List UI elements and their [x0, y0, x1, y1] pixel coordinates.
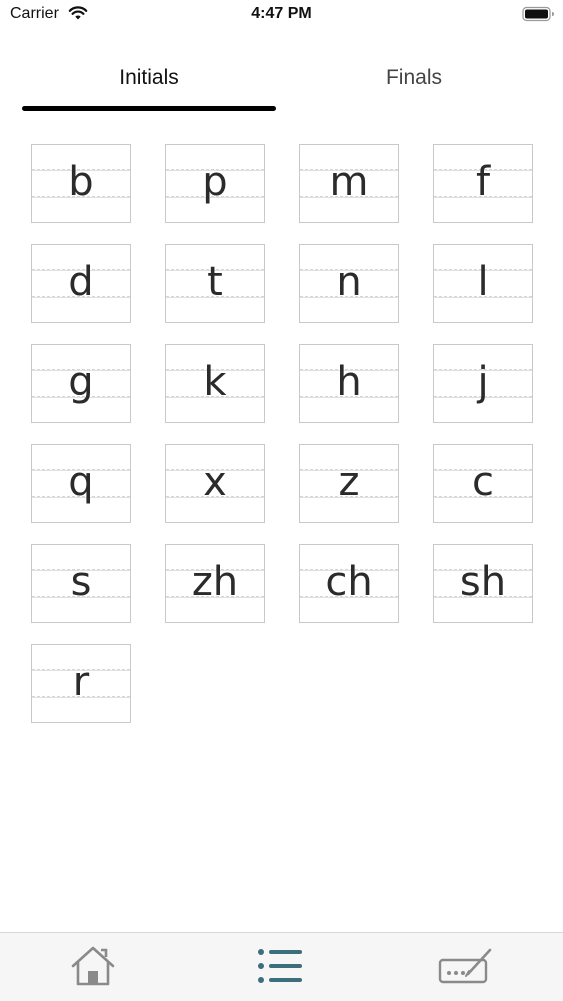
tab-selection-indicator	[22, 106, 276, 111]
initial-cell-q[interactable]: q	[31, 444, 131, 523]
initial-label: zh	[191, 559, 239, 605]
list-tab-button[interactable]	[255, 943, 305, 993]
initial-label: r	[72, 659, 90, 705]
initial-cell-g[interactable]: g	[31, 344, 131, 423]
initial-label: h	[336, 359, 362, 405]
bottom-tab-bar	[0, 932, 563, 1001]
initial-label: f	[475, 159, 491, 205]
initial-label: g	[68, 359, 94, 405]
tab-initials[interactable]: Initials	[22, 66, 276, 90]
list-icon	[256, 947, 304, 989]
initial-cell-h[interactable]: h	[299, 344, 399, 423]
initial-cell-z[interactable]: z	[299, 444, 399, 523]
initial-cell-l[interactable]: l	[433, 244, 533, 323]
initial-cell-d[interactable]: d	[31, 244, 131, 323]
initial-cell-j[interactable]: j	[433, 344, 533, 423]
initial-cell-s[interactable]: s	[31, 544, 131, 623]
segment-tabs: Initials Finals	[0, 56, 563, 116]
initial-cell-b[interactable]: b	[31, 144, 131, 223]
clock-time: 4:47 PM	[251, 5, 312, 22]
initial-cell-c[interactable]: c	[433, 444, 533, 523]
initial-label: l	[477, 259, 489, 305]
initials-grid: b p m f d t n l g k h j q x z c s zh ch sh r	[31, 144, 533, 723]
initial-label: k	[203, 359, 227, 405]
initial-cell-x[interactable]: x	[165, 444, 265, 523]
initial-cell-zh[interactable]: zh	[165, 544, 265, 623]
initial-cell-t[interactable]: t	[165, 244, 265, 323]
initial-cell-f[interactable]: f	[433, 144, 533, 223]
initial-label: x	[203, 459, 227, 505]
initial-label: j	[477, 359, 489, 405]
initial-cell-r[interactable]: r	[31, 644, 131, 723]
write-tab-button[interactable]	[438, 943, 494, 993]
initial-label: s	[70, 559, 92, 605]
home-icon	[70, 945, 116, 991]
initial-label: p	[202, 159, 228, 205]
initial-label: z	[338, 459, 360, 505]
initial-label: n	[336, 259, 362, 305]
initial-label: ch	[325, 559, 373, 605]
initial-label: b	[68, 159, 94, 205]
initial-cell-k[interactable]: k	[165, 344, 265, 423]
write-icon	[438, 946, 494, 990]
initial-cell-p[interactable]: p	[165, 144, 265, 223]
initial-label: c	[472, 459, 494, 505]
initial-label: d	[68, 259, 94, 305]
tab-finals[interactable]: Finals	[287, 66, 541, 90]
initial-label: sh	[459, 559, 507, 605]
initial-label: q	[68, 459, 94, 505]
initial-cell-ch[interactable]: ch	[299, 544, 399, 623]
initial-label: m	[329, 159, 369, 205]
initial-cell-m[interactable]: m	[299, 144, 399, 223]
home-tab-button[interactable]	[68, 943, 118, 993]
initial-label: t	[207, 259, 223, 305]
battery-icon	[522, 6, 555, 22]
initial-cell-n[interactable]: n	[299, 244, 399, 323]
initial-cell-sh[interactable]: sh	[433, 544, 533, 623]
status-bar: Carrier 4:47 PM	[0, 0, 563, 30]
